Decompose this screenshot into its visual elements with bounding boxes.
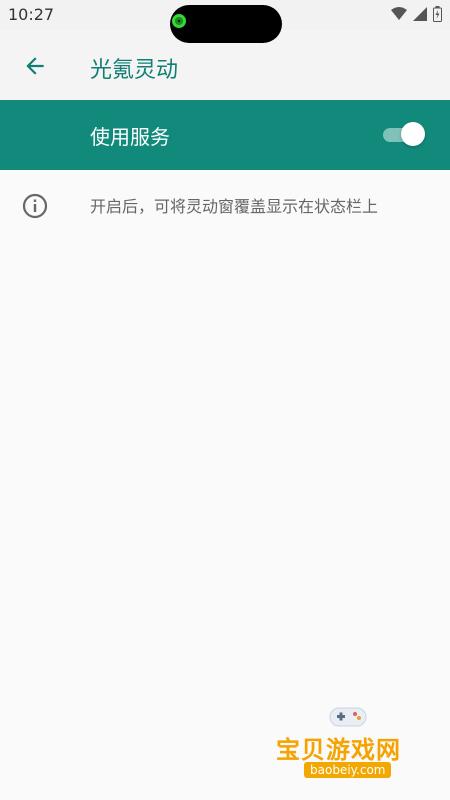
watermark-brand: 宝贝游戏网: [276, 736, 401, 764]
battery-icon: [433, 6, 442, 22]
service-switch-label: 使用服务: [90, 125, 170, 149]
back-button[interactable]: [22, 53, 48, 79]
status-icons: [391, 6, 442, 22]
gamepad-icon: [329, 707, 367, 727]
signal-icon: [413, 7, 427, 21]
watermark-logo: 宝贝游戏网 baobeiy.com: [268, 700, 428, 795]
wifi-icon: [391, 7, 407, 20]
status-time: 10:27: [8, 5, 55, 24]
camera-indicator-icon: [172, 14, 186, 28]
arrow-back-icon: [26, 57, 44, 75]
watermark-domain: baobeiy.com: [304, 762, 392, 778]
service-toggle[interactable]: [383, 122, 427, 148]
toggle-thumb: [401, 122, 425, 146]
info-icon: [22, 193, 48, 219]
dynamic-island-pill[interactable]: [170, 5, 282, 43]
page-title: 光氪灵动: [90, 58, 179, 83]
service-switch-row[interactable]: 使用服务: [0, 100, 450, 170]
info-description: 开启后，可将灵动窗覆盖显示在状态栏上: [90, 197, 379, 216]
